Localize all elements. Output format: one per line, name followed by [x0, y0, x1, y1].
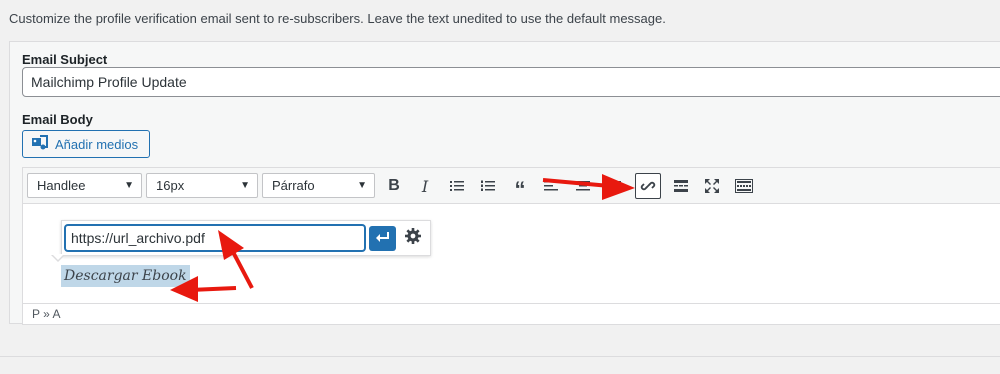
read-more-icon[interactable]: [668, 173, 694, 199]
link-icon[interactable]: [635, 173, 661, 199]
rich-text-editor: Handlee ▼ 16px ▼ Párrafo ▼ B I “ https:/…: [22, 167, 1000, 325]
gear-icon: [404, 227, 422, 250]
editor-toolbar: Handlee ▼ 16px ▼ Párrafo ▼ B I “: [23, 168, 1000, 204]
link-edit-popup: https://url_archivo.pdf: [61, 220, 431, 256]
link-options-button[interactable]: [400, 226, 425, 251]
font-size-value: 16px: [156, 178, 185, 193]
numbered-list-icon[interactable]: [475, 173, 501, 199]
bold-icon[interactable]: B: [381, 173, 407, 199]
add-media-label: Añadir medios: [55, 136, 139, 152]
enter-icon: [375, 230, 391, 248]
toolbar-toggle-icon[interactable]: [731, 173, 757, 199]
caret-down-icon: ▼: [240, 180, 250, 191]
fullscreen-icon[interactable]: [699, 173, 725, 199]
editor-content-area[interactable]: https://url_archivo.pdf Descargar Ebook: [23, 204, 1000, 304]
format-value: Párrafo: [272, 178, 315, 193]
font-size-select[interactable]: 16px ▼: [146, 173, 258, 198]
format-select[interactable]: Párrafo ▼: [262, 173, 375, 198]
align-center-icon[interactable]: [570, 173, 596, 199]
popup-pointer: [51, 254, 65, 262]
link-url-input[interactable]: https://url_archivo.pdf: [65, 225, 365, 251]
font-family-select[interactable]: Handlee ▼: [27, 173, 142, 198]
caret-down-icon: ▼: [124, 180, 134, 191]
email-subject-label: Email Subject: [22, 52, 108, 67]
align-left-icon[interactable]: [538, 173, 564, 199]
font-family-value: Handlee: [37, 178, 86, 193]
add-media-button[interactable]: Añadir medios: [22, 130, 150, 158]
email-subject-input[interactable]: Mailchimp Profile Update: [22, 67, 1000, 97]
italic-icon[interactable]: I: [412, 173, 438, 199]
caret-down-icon: ▼: [357, 180, 367, 191]
email-body-label: Email Body: [22, 112, 93, 127]
element-path: P » A: [23, 303, 1000, 324]
bullet-list-icon[interactable]: [444, 173, 470, 199]
apply-link-button[interactable]: [369, 226, 396, 251]
media-icon: [31, 134, 49, 154]
blockquote-icon[interactable]: “: [507, 173, 533, 201]
section-divider: [0, 356, 1000, 357]
intro-text: Customize the profile verification email…: [9, 11, 666, 26]
linked-text[interactable]: Descargar Ebook: [61, 265, 190, 287]
align-right-icon[interactable]: [601, 173, 627, 199]
email-settings-panel: Email Subject Mailchimp Profile Update E…: [9, 41, 1000, 325]
